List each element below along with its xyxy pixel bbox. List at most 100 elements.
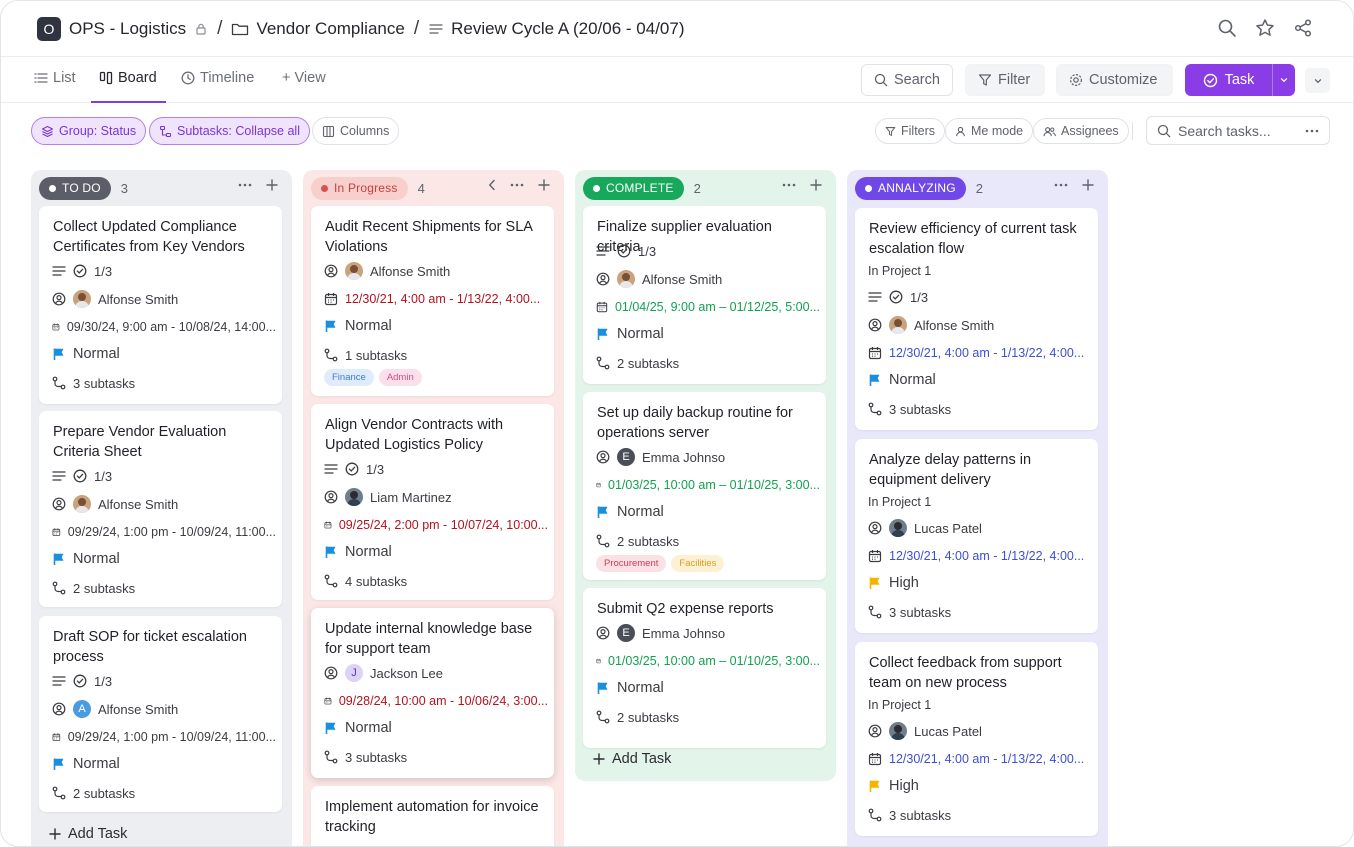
tag-list: Finance Admin [324, 369, 422, 386]
add-task-button[interactable]: Add Task [593, 751, 671, 767]
priority-row: Normal [596, 324, 820, 344]
subtasks-chip[interactable]: Subtasks: Collapse all [149, 117, 310, 145]
workspace-avatar[interactable]: O [37, 16, 61, 41]
checklist-icon [73, 469, 87, 483]
assignees-chip[interactable]: Assignees [1033, 118, 1129, 144]
avatar: E [617, 624, 635, 642]
new-task-main[interactable]: Task [1185, 64, 1273, 96]
add-icon[interactable] [538, 179, 550, 191]
task-title[interactable]: Align Vendor Contracts with Updated Logi… [325, 415, 544, 455]
column-header: TO DO 3 [39, 176, 284, 200]
search-tasks-input[interactable]: Search tasks... [1146, 116, 1330, 145]
add-icon [49, 828, 61, 840]
add-icon[interactable] [266, 179, 278, 191]
breadcrumb-folder[interactable]: Vendor Compliance [256, 19, 404, 39]
more-icon[interactable] [510, 183, 524, 187]
breadcrumb-separator: / [217, 17, 223, 39]
assignee-row: Lucas Patel [868, 721, 1092, 741]
add-icon[interactable] [1082, 179, 1094, 191]
task-card[interactable]: Collect feedback from support team on ne… [855, 642, 1098, 836]
task-title[interactable]: Audit Recent Shipments for SLA Violation… [325, 217, 544, 257]
more-icon[interactable] [1305, 129, 1319, 133]
task-card[interactable]: Align Vendor Contracts with Updated Logi… [311, 404, 554, 600]
task-title[interactable]: Analyze delay patterns in equipment deli… [869, 450, 1088, 490]
subtasks-row-text: 2 subtasks [73, 580, 136, 596]
task-title[interactable]: Update internal knowledge base for suppo… [325, 619, 544, 659]
assignee-row: E Emma Johnso [596, 447, 820, 467]
status-pill[interactable]: TO DO [39, 176, 111, 200]
active-tab-indicator [91, 101, 166, 103]
more-views-button[interactable] [1305, 68, 1330, 93]
group-by-chip[interactable]: Group: Status [31, 117, 147, 145]
subtasks-row-text: 2 subtasks [617, 355, 680, 371]
search-icon[interactable] [1217, 18, 1237, 38]
add-icon[interactable] [810, 179, 822, 191]
assignee-icon [324, 264, 338, 278]
date-range-row: 12/30/21, 4:00 am - 1/13/22, 4:00... [868, 343, 1092, 363]
more-icon[interactable] [1054, 183, 1068, 187]
add-task-button[interactable]: Add Task [49, 826, 127, 842]
task-title[interactable]: Draft SOP for ticket escalation process [53, 627, 272, 667]
priority-row: Normal [324, 718, 548, 738]
new-task-dropdown[interactable] [1273, 75, 1295, 85]
status-pill[interactable]: In Progress [311, 176, 408, 200]
tag-facilities[interactable]: Facilities [671, 555, 725, 572]
task-card[interactable]: Prepare Vendor Evaluation Criteria Sheet… [39, 411, 282, 607]
new-task-button[interactable]: Task [1185, 64, 1295, 96]
more-icon[interactable] [238, 183, 252, 187]
status-pill[interactable]: COMPLETE [583, 176, 684, 200]
task-card[interactable]: Analyze delay patterns in equipment deli… [855, 439, 1098, 633]
status-pill[interactable]: ANNALYZING [855, 176, 966, 200]
tab-timeline[interactable]: Timeline [181, 70, 254, 86]
customize-button[interactable]: Customize [1056, 64, 1173, 96]
app-window: O OPS - Logistics / Vendor Compliance / … [0, 0, 1354, 847]
task-title[interactable]: Set up daily backup routine for operatio… [597, 403, 816, 443]
calendar-icon [324, 697, 332, 705]
tag-procurement[interactable]: Procurement [596, 555, 667, 572]
share-icon[interactable] [1293, 18, 1313, 38]
subtasks-row: 2 subtasks [52, 578, 276, 598]
task-title[interactable]: Implement automation for invoice trackin… [325, 797, 544, 837]
priority-row-text: Normal [889, 372, 936, 388]
me-mode-chip[interactable]: Me mode [945, 118, 1034, 144]
task-card[interactable]: Audit Recent Shipments for SLA Violation… [311, 206, 554, 396]
star-icon[interactable] [1255, 18, 1275, 38]
tag-finance[interactable]: Finance [324, 369, 374, 386]
task-card[interactable]: Update internal knowledge base for suppo… [311, 608, 554, 778]
calendar-icon [52, 323, 60, 331]
task-card[interactable]: Draft SOP for ticket escalation process 1… [39, 616, 282, 812]
avatar [73, 495, 91, 513]
more-icon[interactable] [782, 183, 796, 187]
tab-board[interactable]: Board [99, 70, 157, 86]
task-title[interactable]: Collect feedback from support team on ne… [869, 653, 1088, 693]
subtasks-icon [52, 581, 66, 595]
search-button[interactable]: Search [861, 64, 953, 96]
columns-chip[interactable]: Columns [312, 117, 400, 145]
task-card[interactable]: Finalize supplier evaluation criteria 1/3… [583, 206, 826, 384]
assignee-row: Lucas Patel [868, 518, 1092, 538]
task-card[interactable]: Implement automation for invoice trackin… [311, 786, 554, 846]
task-title[interactable]: Prepare Vendor Evaluation Criteria Sheet [53, 422, 272, 462]
date-range-row: 09/28/24, 10:00 am - 10/06/24, 3:00... [324, 691, 548, 711]
task-card[interactable]: Collect Updated Compliance Certificates … [39, 206, 282, 404]
tab-add-view[interactable]: + View [282, 70, 326, 86]
task-title[interactable]: Review efficiency of current task escala… [869, 219, 1088, 259]
task-card[interactable]: Set up daily backup routine for operatio… [583, 392, 826, 580]
task-card[interactable]: Submit Q2 expense reports E Emma Johnso 01/… [583, 588, 826, 748]
calendar-icon [52, 733, 61, 741]
subtasks-row-text: 4 subtasks [345, 573, 408, 589]
date-range-row: 09/30/24, 9:00 am - 10/08/24, 14:00... [52, 317, 276, 337]
filter-button[interactable]: Filter [965, 64, 1045, 96]
assignee-row: Alfonse Smith [868, 315, 1092, 335]
tag-admin[interactable]: Admin [378, 369, 422, 386]
task-card[interactable]: Review efficiency of current task escala… [855, 208, 1098, 430]
subtasks-row-text: 3 subtasks [889, 807, 952, 823]
task-title[interactable]: Collect Updated Compliance Certificates … [53, 217, 272, 257]
collapse-icon[interactable] [488, 179, 496, 191]
breadcrumb-workspace[interactable]: OPS - Logistics [69, 19, 186, 39]
tab-list[interactable]: List [34, 70, 76, 86]
tab-label: List [53, 70, 76, 86]
filters-chip[interactable]: Filters [875, 118, 946, 144]
task-title[interactable]: Submit Q2 expense reports [597, 599, 816, 619]
breadcrumb-list[interactable]: Review Cycle A (20/06 - 04/07) [451, 19, 684, 39]
